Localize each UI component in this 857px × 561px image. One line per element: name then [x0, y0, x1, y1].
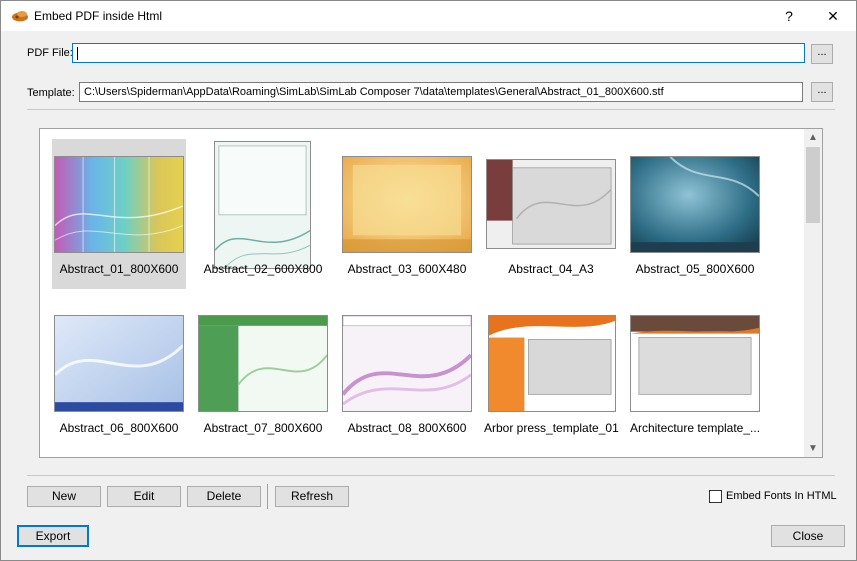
- embed-fonts-checkbox[interactable]: [709, 490, 722, 503]
- scroll-thumb[interactable]: [806, 147, 820, 223]
- gallery-item-arbor-press[interactable]: Arbor press_template_01: [484, 297, 619, 447]
- button-separator: [267, 484, 268, 509]
- scroll-down-icon[interactable]: ▼: [804, 440, 822, 457]
- abstract-06-thumbnail: [54, 315, 184, 412]
- abstract-08-thumbnail: [342, 315, 472, 412]
- gallery-item-label: Abstract_08_800X600: [347, 421, 467, 435]
- gallery-item-label: Abstract_03_600X480: [347, 262, 467, 276]
- gallery-item-label: Arbor press_template_01: [484, 421, 619, 435]
- embed-fonts-label: Embed Fonts In HTML: [726, 490, 837, 502]
- abstract-07-thumbnail: [198, 315, 328, 412]
- template-path-input[interactable]: C:\Users\Spiderman\AppData\Roaming\SimLa…: [79, 82, 803, 102]
- text-caret: [77, 47, 78, 60]
- gallery-item-abstract-08[interactable]: Abstract_08_800X600: [340, 297, 474, 447]
- architecture-thumbnail: [630, 315, 760, 412]
- edit-button[interactable]: Edit: [107, 486, 181, 507]
- template-label: Template:: [27, 87, 75, 99]
- gallery-item-abstract-04[interactable]: Abstract_04_A3: [484, 139, 618, 289]
- gallery-item-architecture[interactable]: Architecture template_...: [628, 297, 762, 447]
- gallery-item-abstract-05[interactable]: Abstract_05_800X600: [628, 139, 762, 289]
- gallery-item-label: Abstract_06_800X600: [59, 421, 179, 435]
- separator-top: [27, 109, 835, 110]
- template-gallery[interactable]: Abstract_01_800X600 Abstract_02_600X800 …: [39, 128, 823, 458]
- arbor-press-thumbnail: [488, 315, 616, 412]
- pdf-file-label: PDF File:: [27, 47, 73, 59]
- gallery-item-label: Architecture template_...: [629, 421, 761, 435]
- template-browse-button[interactable]: ...: [811, 82, 833, 102]
- gallery-item-abstract-07[interactable]: Abstract_07_800X600: [196, 297, 330, 447]
- gallery-item-label: Abstract_05_800X600: [635, 262, 755, 276]
- abstract-01-thumbnail: [54, 156, 184, 253]
- refresh-button[interactable]: Refresh: [275, 486, 349, 507]
- close-button[interactable]: Close: [771, 525, 845, 547]
- gallery-item-label: Abstract_04_A3: [508, 262, 594, 276]
- gallery-scrollbar[interactable]: ▲ ▼: [804, 129, 822, 457]
- abstract-03-thumbnail: [342, 156, 472, 253]
- separator-bottom: [27, 475, 835, 476]
- close-window-button[interactable]: ✕: [811, 1, 855, 31]
- gallery-item-abstract-01[interactable]: Abstract_01_800X600: [52, 139, 186, 289]
- gallery-item-label: Abstract_01_800X600: [59, 262, 179, 276]
- abstract-04-thumbnail: [486, 159, 616, 249]
- new-button[interactable]: New: [27, 486, 101, 507]
- gallery-item-abstract-02[interactable]: Abstract_02_600X800: [196, 139, 330, 289]
- gallery-item-abstract-06[interactable]: Abstract_06_800X600: [52, 297, 186, 447]
- gallery-item-abstract-03[interactable]: Abstract_03_600X480: [340, 139, 474, 289]
- embed-pdf-dialog: Embed PDF inside Html ? ✕ PDF File: ... …: [0, 0, 857, 561]
- title-bar: Embed PDF inside Html ? ✕: [1, 1, 856, 31]
- pdf-file-input[interactable]: [72, 43, 805, 63]
- gallery-item-label: Abstract_02_600X800: [203, 262, 323, 276]
- help-button[interactable]: ?: [767, 1, 811, 31]
- export-button[interactable]: Export: [17, 525, 89, 547]
- delete-button[interactable]: Delete: [187, 486, 261, 507]
- scroll-up-icon[interactable]: ▲: [804, 129, 822, 146]
- gallery-item-label: Abstract_07_800X600: [203, 421, 323, 435]
- simlab-logo-icon: [12, 11, 28, 22]
- window-title: Embed PDF inside Html: [34, 9, 163, 23]
- abstract-05-thumbnail: [630, 156, 760, 253]
- pdf-browse-button[interactable]: ...: [811, 44, 833, 64]
- abstract-02-thumbnail: [214, 141, 311, 269]
